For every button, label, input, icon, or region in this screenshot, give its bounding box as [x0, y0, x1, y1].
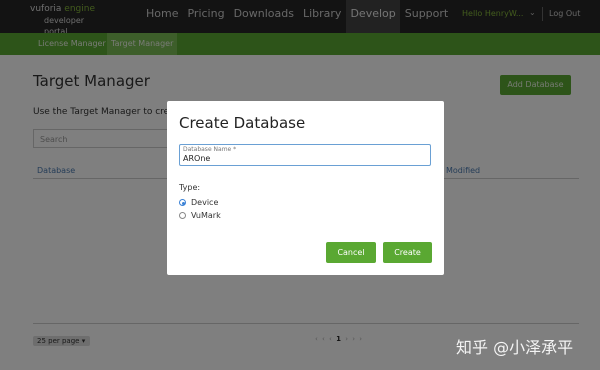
device-radio[interactable] [179, 199, 186, 206]
device-label[interactable]: Device [191, 198, 218, 207]
field-label: Database Name * [183, 146, 237, 153]
watermark: 知乎 @小泽承平 [456, 338, 574, 357]
type-label: Type: [179, 183, 201, 192]
create-database-dialog: Create Database Database Name * AROne Ty… [167, 101, 444, 275]
dialog-title: Create Database [179, 114, 306, 132]
vumark-label[interactable]: VuMark [191, 211, 221, 220]
field-value: AROne [183, 154, 211, 163]
create-button[interactable]: Create [383, 242, 432, 263]
database-name-field[interactable]: Database Name * AROne [179, 144, 431, 166]
vumark-radio[interactable] [179, 212, 186, 219]
cancel-button[interactable]: Cancel [326, 242, 376, 263]
